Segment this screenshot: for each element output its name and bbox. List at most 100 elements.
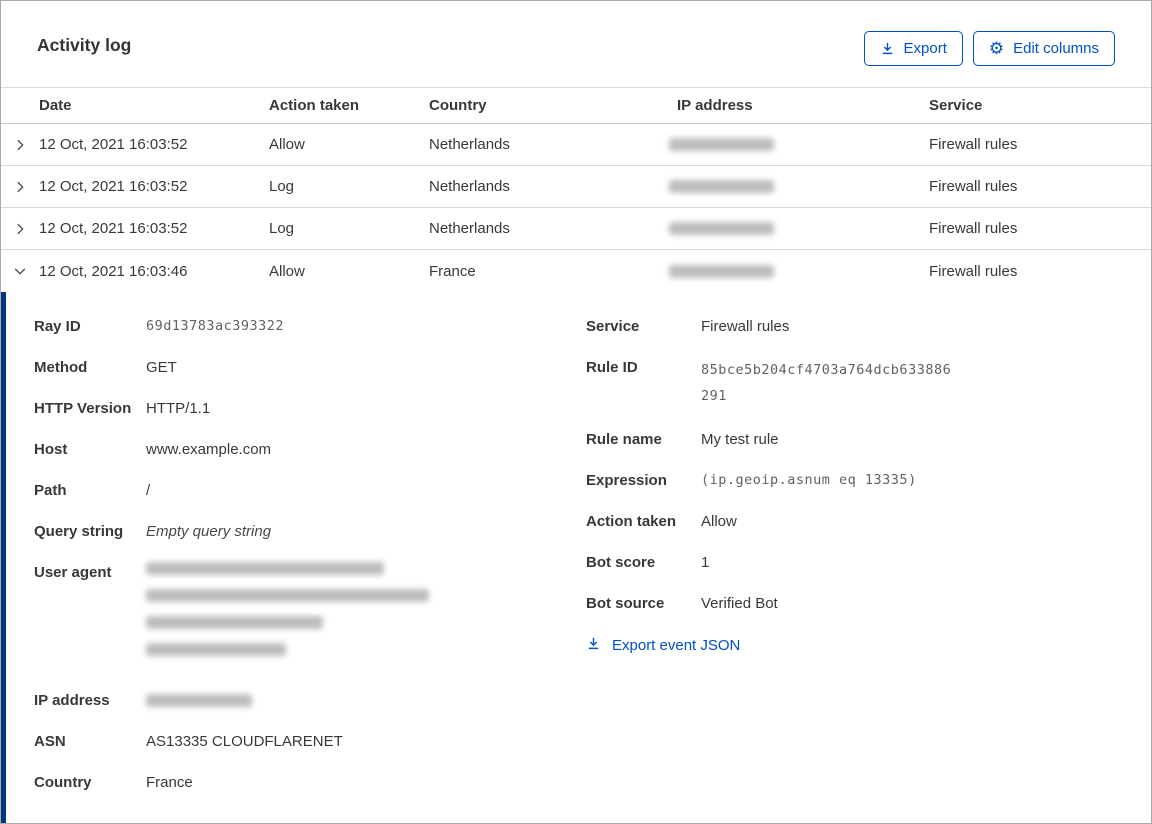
cell-country: France — [429, 262, 476, 280]
detail-row-action-taken: Action taken Allow — [586, 511, 1131, 532]
field-value: www.example.com — [146, 441, 272, 458]
field-value: HTTP/1.1 — [146, 400, 211, 417]
detail-row-user-agent: User agent — [34, 562, 586, 670]
cell-action-taken: Allow — [269, 136, 305, 153]
detail-row-bot-source: Bot source Verified Bot — [586, 593, 1131, 614]
cell-ip-address-redacted — [669, 222, 929, 235]
export-event-json-label: Export event JSON — [612, 637, 741, 654]
cell-action-taken: Log — [269, 178, 295, 195]
cell-country: Netherlands — [429, 178, 510, 195]
field-label: Rule name — [586, 431, 662, 448]
activity-log-table: Date Action taken Country IP address Ser… — [1, 87, 1151, 292]
edit-columns-button-label: Edit columns — [1013, 40, 1099, 57]
detail-row-path: Path / — [34, 480, 586, 501]
table-row[interactable]: 12 Oct, 2021 16:03:52 Log Netherlands Fi… — [1, 166, 1151, 208]
field-value-redacted — [146, 690, 586, 707]
field-label: Path — [34, 482, 67, 499]
detail-row-ray-id: Ray ID 69d13783ac393322 — [34, 316, 586, 337]
table-header-row: Date Action taken Country IP address Ser… — [1, 87, 1151, 124]
field-value: 69d13783ac393322 — [146, 318, 285, 334]
field-value: Verified Bot — [701, 595, 778, 612]
expand-row-button[interactable] — [1, 124, 39, 165]
field-value: 1 — [701, 554, 710, 571]
cell-country: Netherlands — [429, 220, 510, 237]
field-label: Rule ID — [586, 359, 638, 376]
cell-action-taken: Log — [269, 220, 295, 237]
field-value-redacted — [146, 562, 586, 670]
edit-columns-button[interactable]: ⚙ Edit columns — [972, 31, 1115, 66]
detail-row-bot-score: Bot score 1 — [586, 552, 1131, 573]
cell-service: Firewall rules — [929, 178, 1018, 195]
field-label: Bot source — [586, 595, 665, 612]
detail-row-http-version: HTTP Version HTTP/1.1 — [34, 398, 586, 419]
column-header-date: Date — [39, 97, 72, 114]
field-value: 85bce5b204cf4703a764dcb633886291 — [701, 362, 952, 404]
topbar: Activity log Export ⚙ Edit columns — [1, 1, 1151, 87]
column-header-country: Country — [429, 97, 487, 114]
detail-row-asn: ASN AS13335 CLOUDFLARENET — [34, 731, 586, 752]
detail-row-rule-id: Rule ID 85bce5b204cf4703a764dcb633886291 — [586, 357, 1131, 409]
field-label: Country — [34, 774, 92, 791]
cell-ip-address-redacted — [669, 138, 929, 151]
table-row[interactable]: 12 Oct, 2021 16:03:52 Allow Netherlands … — [1, 124, 1151, 166]
field-label: Bot score — [586, 554, 656, 571]
download-icon — [880, 41, 895, 56]
field-value: / — [146, 482, 151, 499]
column-header-service: Service — [929, 97, 983, 114]
field-value: Empty query string — [146, 523, 272, 540]
detail-row-ip-address: IP address — [34, 690, 586, 711]
page-title: Activity log — [37, 35, 132, 55]
cell-ip-address-redacted — [669, 264, 929, 278]
detail-row-country: Country France — [34, 772, 586, 793]
cell-date: 12 Oct, 2021 16:03:52 — [39, 178, 188, 195]
field-value: Firewall rules — [701, 318, 790, 335]
event-detail-panel: Ray ID 69d13783ac393322 Method GET HTTP … — [1, 292, 1151, 823]
cell-service: Firewall rules — [929, 262, 1018, 280]
table-row-expanded[interactable]: 12 Oct, 2021 16:03:46 Allow France Firew… — [1, 250, 1151, 292]
detail-row-rule-name: Rule name My test rule — [586, 429, 1131, 450]
field-value: Allow — [701, 513, 737, 530]
export-button-label: Export — [903, 40, 947, 57]
field-label: Expression — [586, 472, 667, 489]
export-event-json-link[interactable]: Export event JSON — [586, 636, 740, 655]
field-label: Method — [34, 359, 88, 376]
cell-country: Netherlands — [429, 136, 510, 153]
detail-row-host: Host www.example.com — [34, 439, 586, 460]
field-label: Service — [586, 318, 640, 335]
field-label: ASN — [34, 733, 66, 750]
field-value: France — [146, 774, 193, 791]
gear-icon: ⚙ — [988, 39, 1005, 58]
field-value: My test rule — [701, 431, 779, 448]
field-label: Query string — [34, 523, 124, 540]
expand-row-button[interactable] — [1, 166, 39, 207]
chevron-down-icon — [13, 264, 27, 278]
field-value: AS13335 CLOUDFLARENET — [146, 733, 343, 750]
activity-log-panel: Activity log Export ⚙ Edit columns Date … — [0, 0, 1152, 824]
cell-service: Firewall rules — [929, 220, 1018, 237]
field-label: HTTP Version — [34, 400, 132, 417]
chevron-right-icon — [13, 180, 27, 194]
field-label: User agent — [34, 564, 112, 581]
cell-action-taken: Allow — [269, 262, 305, 280]
cell-date: 12 Oct, 2021 16:03:46 — [39, 262, 188, 280]
field-value: (ip.geoip.asnum eq 13335) — [701, 472, 917, 488]
cell-date: 12 Oct, 2021 16:03:52 — [39, 136, 188, 153]
field-label: Action taken — [586, 513, 677, 530]
chevron-right-icon — [13, 222, 27, 236]
detail-row-method: Method GET — [34, 357, 586, 378]
download-icon — [586, 636, 601, 655]
event-detail-left-column: Ray ID 69d13783ac393322 Method GET HTTP … — [34, 316, 586, 813]
expand-row-button[interactable] — [1, 208, 39, 249]
column-header-ip-address: IP address — [677, 97, 753, 114]
column-header-action-taken: Action taken — [269, 97, 360, 114]
field-label: IP address — [34, 692, 110, 709]
collapse-row-button[interactable] — [1, 250, 39, 292]
cell-ip-address-redacted — [669, 180, 929, 193]
event-detail-right-column: Service Firewall rules Rule ID 85bce5b20… — [586, 316, 1131, 655]
cell-service: Firewall rules — [929, 136, 1018, 153]
cell-date: 12 Oct, 2021 16:03:52 — [39, 220, 188, 237]
table-row[interactable]: 12 Oct, 2021 16:03:52 Log Netherlands Fi… — [1, 208, 1151, 250]
field-value: GET — [146, 359, 177, 376]
export-button[interactable]: Export — [863, 31, 963, 66]
toolbar: Export ⚙ Edit columns — [863, 31, 1115, 66]
